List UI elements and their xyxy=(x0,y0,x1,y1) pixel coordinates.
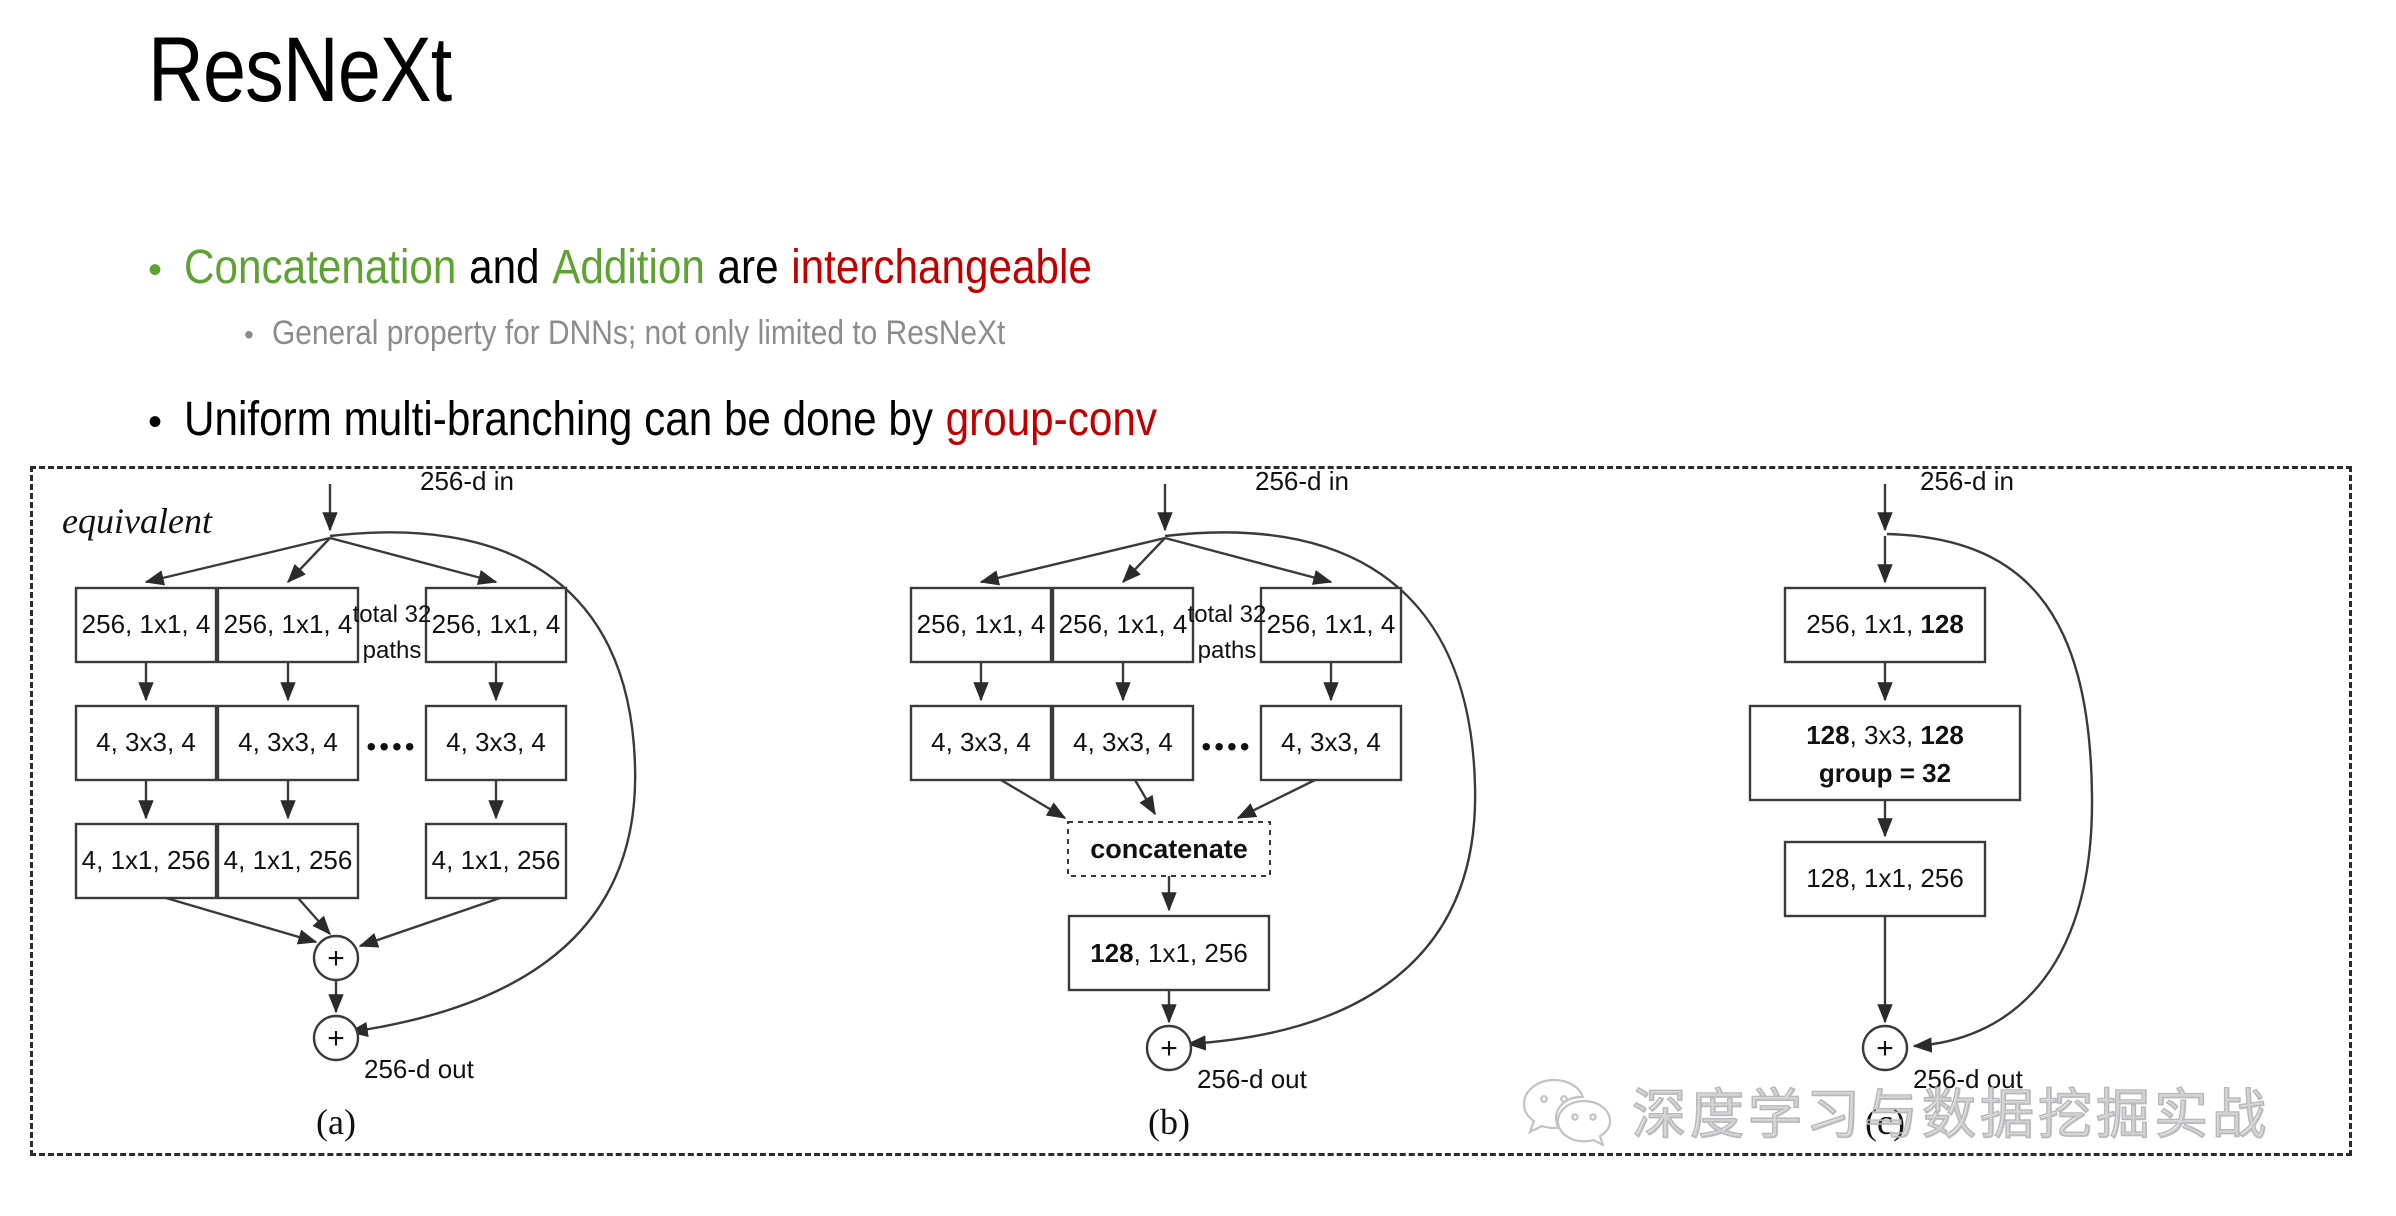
panel-c-output-label: 256-d out xyxy=(1913,1064,2024,1094)
panel-a-paths-note-line1: total 32 xyxy=(353,601,432,628)
panel-c-caption: (c) xyxy=(1865,1102,1905,1142)
bullet-item-2: • General property for DNNs; not only li… xyxy=(244,314,1105,353)
panel-b-merge-box-bold: 128 xyxy=(1090,938,1133,968)
panel-b-merge-box-rest: , 1x1, 256 xyxy=(1134,938,1248,968)
panel-a-adder-1: + xyxy=(327,942,345,975)
panel-a-box-1-1: 4, 3x3, 4 xyxy=(238,727,338,757)
panel-c-box-1-bold-a: 128 xyxy=(1806,720,1849,750)
panel-a-box-2-0: 256, 1x1, 4 xyxy=(432,609,561,639)
bullet-1-segment-concatenation: Concatenation xyxy=(184,241,457,294)
panel-c-box-0-bold: 128 xyxy=(1920,609,1963,639)
bullet-marker-icon-2: • xyxy=(148,400,163,444)
panel-c-adder-1: + xyxy=(1876,1032,1894,1065)
panel-a-box-0-1: 4, 3x3, 4 xyxy=(96,727,196,757)
panel-b-paths-note-line2: paths xyxy=(1198,637,1257,664)
bullet-marker-icon: • xyxy=(148,248,163,292)
panel-a-box-1-0: 256, 1x1, 4 xyxy=(224,609,353,639)
panel-b-ellipsis-icon: •••• xyxy=(1201,731,1252,762)
svg-text:128, 3x3, 128: 128, 3x3, 128 xyxy=(1806,720,1964,750)
panel-b-box-0-1: 4, 3x3, 4 xyxy=(931,727,1031,757)
bullet-1-segment-addition: Addition xyxy=(552,241,705,294)
bullet-item-1: • Concatenation and Addition are interchange… xyxy=(148,240,1216,295)
panel-c-box-0-plain: 256, 1x1, xyxy=(1806,609,1920,639)
panel-c-box-2: 128, 1x1, 256 xyxy=(1806,863,1964,893)
panel-a-box-2-2: 4, 1x1, 256 xyxy=(432,845,561,875)
panel-c-box-1-plain: , 3x3, xyxy=(1850,720,1921,750)
svg-text:256, 1x1, 128: 256, 1x1, 128 xyxy=(1806,609,1964,639)
panel-b-box-0-0: 256, 1x1, 4 xyxy=(917,609,1046,639)
panel-a-adder-2: + xyxy=(327,1022,345,1055)
panel-b-concatenate-label: concatenate xyxy=(1090,834,1248,864)
panel-a-box-2-1: 4, 3x3, 4 xyxy=(446,727,546,757)
panel-c-box-1-bold-b: 128 xyxy=(1920,720,1963,750)
panel-b-box-2-0: 256, 1x1, 4 xyxy=(1267,609,1396,639)
bullet-item-3: • Uniform multi-branching can be done by… xyxy=(148,392,1290,447)
panel-a-box-0-2: 4, 1x1, 256 xyxy=(82,845,211,875)
panel-a-caption: (a) xyxy=(316,1102,356,1142)
bullet-3-segment-main: Uniform multi-branching can be done by xyxy=(184,393,933,446)
svg-text:128, 1x1, 256: 128, 1x1, 256 xyxy=(1090,938,1248,968)
panel-b-box-1-1: 4, 3x3, 4 xyxy=(1073,727,1173,757)
panel-b-box-1-0: 256, 1x1, 4 xyxy=(1059,609,1188,639)
resnext-equivalence-diagram: 256-d in 256, 1x1, 4 4, 3x3, 4 4, 1x1, 2… xyxy=(74,466,2094,1142)
panel-b-output-label: 256-d out xyxy=(1197,1064,1308,1094)
panel-a-paths-note-line2: paths xyxy=(363,637,422,664)
panel-c-box-1-line2: group = 32 xyxy=(1819,758,1951,788)
panel-a-ellipsis-icon: •••• xyxy=(366,731,417,762)
panel-a-box-0-0: 256, 1x1, 4 xyxy=(82,609,211,639)
sub-bullet-marker-icon: • xyxy=(244,319,254,350)
bullet-1-segment-interchangeable: interchangeable xyxy=(791,241,1092,294)
panel-a-box-1-2: 4, 1x1, 256 xyxy=(224,845,353,875)
panel-b-adder-1: + xyxy=(1160,1032,1178,1065)
bullet-2-text: General property for DNNs; not only limi… xyxy=(271,314,1006,352)
bullet-1-segment-and: and xyxy=(469,241,540,294)
panel-b-box-2-1: 4, 3x3, 4 xyxy=(1281,727,1381,757)
page-title: ResNeXt xyxy=(148,19,452,121)
bullet-1-segment-are: are xyxy=(717,241,779,294)
bullet-3-segment-group-conv: group-conv xyxy=(945,393,1157,446)
panel-a-output-label: 256-d out xyxy=(364,1054,475,1084)
panel-c-input-label: 256-d in xyxy=(1920,466,2014,496)
panel-b-input-label: 256-d in xyxy=(1255,466,1349,496)
panel-b-caption: (b) xyxy=(1148,1102,1190,1142)
panel-a-input-label: 256-d in xyxy=(420,466,514,496)
panel-b-paths-note-line1: total 32 xyxy=(1188,601,1267,628)
